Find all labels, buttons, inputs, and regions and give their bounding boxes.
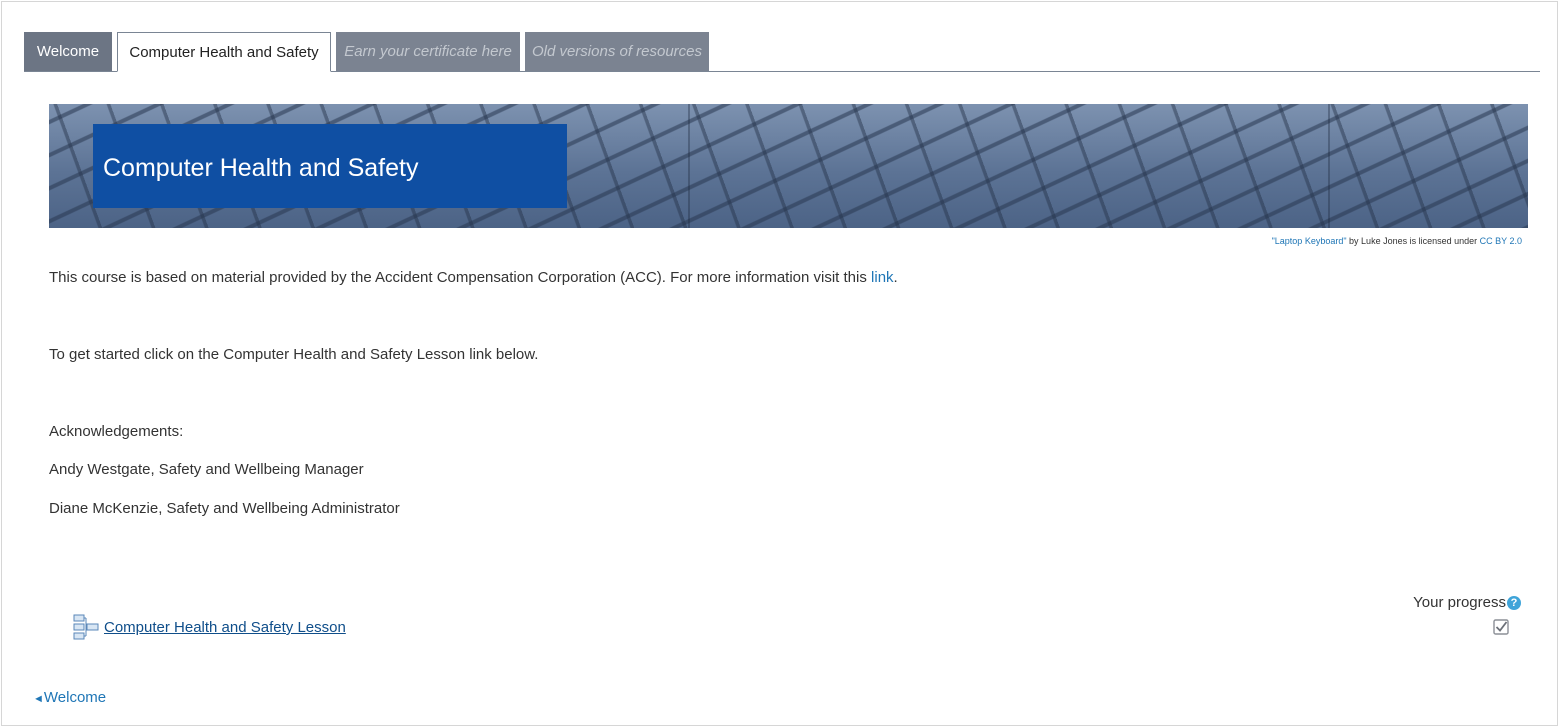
progress-label: Your progress [1413,594,1506,611]
attribution-license-link[interactable]: CC BY 2.0 [1480,236,1522,246]
lesson-icon [73,614,99,640]
tab-computer-health-and-safety[interactable]: Computer Health and Safety [117,32,331,72]
attribution-text: by Luke Jones is licensed under [1346,236,1480,246]
tab-welcome[interactable]: Welcome [24,32,112,71]
tab-old-versions: Old versions of resources [525,32,709,71]
progress-header: Your progress? [1413,594,1521,611]
acknowledgement-item: Diane McKenzie, Safety and Wellbeing Adm… [49,500,400,517]
image-attribution: "Laptop Keyboard" by Luke Jones is licen… [1272,236,1522,246]
previous-section-link[interactable]: ◄Welcome [33,689,106,706]
intro-paragraph: This course is based on material provide… [49,269,898,287]
left-arrow-icon: ◄ [33,693,44,705]
intro-end: . [893,269,898,286]
attribution-work-link[interactable]: "Laptop Keyboard" [1272,236,1347,246]
intro-text: This course is based on material provide… [49,269,872,286]
course-banner: Computer Health and Safety [49,104,1528,228]
tab-earn-certificate: Earn your certificate here [336,32,520,71]
get-started-text: To get started click on the Computer Hea… [49,346,539,363]
banner-title: Computer Health and Safety [103,154,419,182]
banner-seam [688,104,690,228]
course-tabs: Welcome Computer Health and Safety Earn … [24,32,1540,72]
banner-title-box: Computer Health and Safety [93,124,567,208]
lesson-link[interactable]: Computer Health and Safety Lesson [104,619,346,636]
help-icon[interactable]: ? [1507,596,1521,611]
banner-seam [1328,104,1330,228]
acknowledgement-item: Andy Westgate, Safety and Wellbeing Mana… [49,461,364,478]
acc-info-link[interactable]: link [871,269,894,286]
previous-section-label: Welcome [43,689,107,706]
page-frame: Welcome Computer Health and Safety Earn … [1,1,1558,726]
completion-checkbox-icon[interactable] [1493,619,1509,635]
acknowledgements-heading: Acknowledgements: [49,423,184,440]
